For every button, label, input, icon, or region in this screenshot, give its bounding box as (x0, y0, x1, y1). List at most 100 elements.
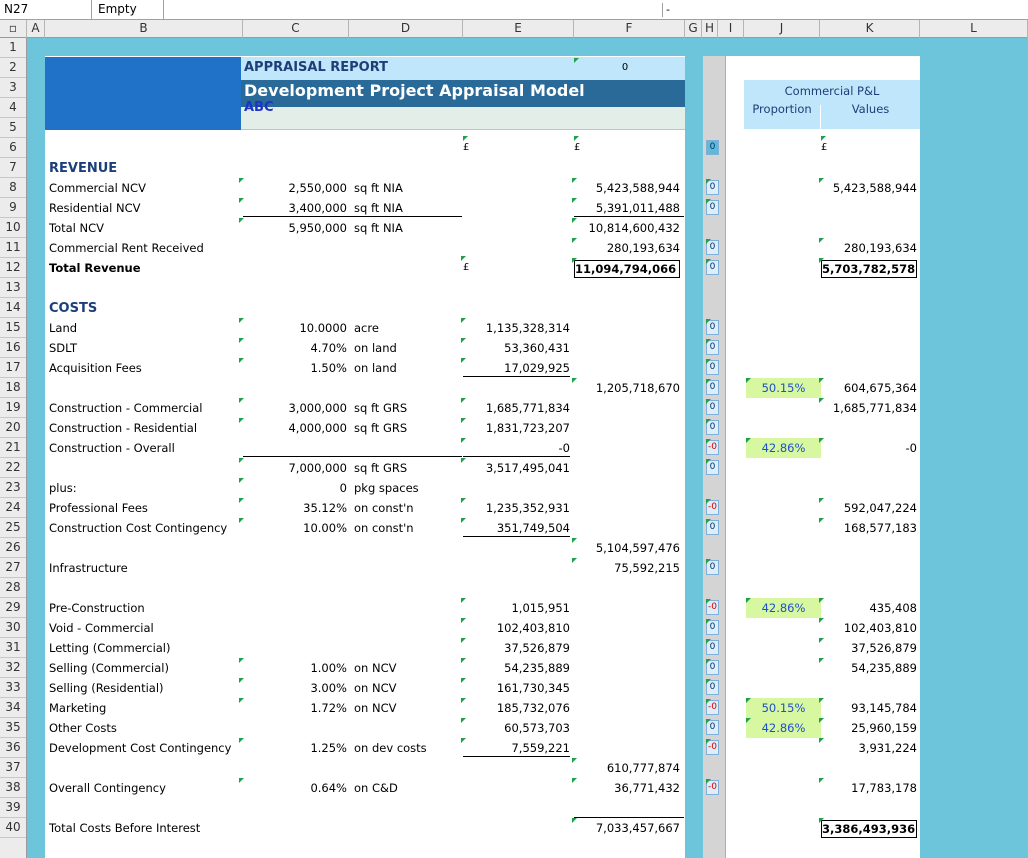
quantity-cell: 35.12% (303, 501, 347, 515)
row-header-22[interactable]: 22 (0, 458, 26, 478)
quantity-cell: 3,400,000 (288, 201, 347, 215)
row-header-15[interactable]: 15 (0, 318, 26, 338)
row-header-37[interactable]: 37 (0, 758, 26, 778)
name-box[interactable]: N27 (0, 0, 92, 20)
row-header-12[interactable]: 12 (0, 258, 26, 278)
value-k: -0 (905, 441, 917, 455)
quantity-cell: 3.00% (310, 681, 347, 695)
cell-note-marker (706, 679, 711, 684)
row-header-1[interactable]: 1 (0, 38, 26, 58)
column-header-g[interactable]: G (685, 20, 702, 38)
row-header-5[interactable]: 5 (0, 118, 26, 138)
column-header-b[interactable]: B (45, 20, 243, 38)
value-f: 11,094,794,066 (574, 260, 680, 278)
cell-note-marker (706, 559, 711, 564)
cell-note-marker (746, 378, 751, 383)
cost-label: Overall Contingency (49, 781, 166, 795)
column-header-d[interactable]: D (349, 20, 463, 38)
cell-note-marker (706, 259, 711, 264)
formula-dash: - (662, 3, 670, 17)
row-header-17[interactable]: 17 (0, 358, 26, 378)
row-header-7[interactable]: 7 (0, 158, 26, 178)
row-header-34[interactable]: 34 (0, 698, 26, 718)
row-header-19[interactable]: 19 (0, 398, 26, 418)
row-header-18[interactable]: 18 (0, 378, 26, 398)
cell-note-marker (706, 439, 711, 444)
row-header-25[interactable]: 25 (0, 518, 26, 538)
revenue-label: Commercial Rent Received (49, 241, 204, 255)
row-header-24[interactable]: 24 (0, 498, 26, 518)
quantity-cell: 5,950,000 (288, 221, 347, 235)
column-header-f[interactable]: F (574, 20, 685, 38)
row-header-16[interactable]: 16 (0, 338, 26, 358)
row-header-23[interactable]: 23 (0, 478, 26, 498)
cost-label: plus: (49, 481, 77, 495)
column-header-k[interactable]: K (820, 20, 920, 38)
cell-note-marker (239, 358, 244, 363)
row-header-2[interactable]: 2 (0, 58, 26, 78)
revenue-label: Total NCV (49, 221, 105, 235)
row-header-8[interactable]: 8 (0, 178, 26, 198)
row-header-13[interactable]: 13 (0, 278, 26, 298)
cell-note-marker (746, 438, 751, 443)
row-header-36[interactable]: 36 (0, 738, 26, 758)
column-header-c[interactable]: C (243, 20, 349, 38)
cell-note-marker (706, 639, 711, 644)
row-header-27[interactable]: 27 (0, 558, 26, 578)
cell-note-marker (819, 738, 824, 743)
row-header-21[interactable]: 21 (0, 438, 26, 458)
value-e: 102,403,810 (496, 621, 570, 635)
row-header-4[interactable]: 4 (0, 98, 26, 118)
row-header-31[interactable]: 31 (0, 638, 26, 658)
currency-f: £ (574, 142, 581, 153)
cell-note-marker (461, 718, 466, 723)
cell-note-marker (461, 658, 466, 663)
select-all-corner[interactable]: ▫ (0, 20, 27, 38)
column-header-h[interactable]: H (702, 20, 718, 38)
row-header-32[interactable]: 32 (0, 658, 26, 678)
column-header-j[interactable]: J (744, 20, 820, 38)
proportion-cell: 42.86% (746, 438, 821, 458)
cell-note-marker (706, 739, 711, 744)
row-header-26[interactable]: 26 (0, 538, 26, 558)
f-underline (574, 216, 684, 217)
row-header-3[interactable]: 3 (0, 78, 26, 98)
row-header-9[interactable]: 9 (0, 198, 26, 218)
cell-note-marker (461, 638, 466, 643)
cell-note-marker (819, 378, 824, 383)
cell-note-marker (706, 459, 711, 464)
row-header-14[interactable]: 14 (0, 298, 26, 318)
cell-note-marker (461, 678, 466, 683)
row-header-39[interactable]: 39 (0, 798, 26, 818)
row-header-30[interactable]: 30 (0, 618, 26, 638)
cell-note-marker (819, 398, 824, 403)
pl-title: Commercial P&L (784, 84, 880, 98)
value-k: 37,526,879 (851, 641, 917, 655)
row-header-6[interactable]: 6 (0, 138, 26, 158)
column-header-e[interactable]: E (463, 20, 574, 38)
row-header-20[interactable]: 20 (0, 418, 26, 438)
row-header-40[interactable]: 40 (0, 818, 26, 838)
column-header-l[interactable]: L (920, 20, 1028, 38)
logo-block (45, 57, 241, 130)
value-k: 54,235,889 (851, 661, 917, 675)
row-header-28[interactable]: 28 (0, 578, 26, 598)
cell-note-marker (239, 218, 244, 223)
sheet-grid[interactable]: APPRAISAL REPORT 0 Development Project App… (27, 38, 1028, 858)
report-value: 0 (621, 62, 629, 73)
cell-note-marker (239, 338, 244, 343)
value-e: 17,029,925 (463, 360, 570, 377)
row-header-11[interactable]: 11 (0, 238, 26, 258)
cell-note-marker (239, 658, 244, 663)
row-header-35[interactable]: 35 (0, 718, 26, 738)
value-k: 3,931,224 (858, 741, 917, 755)
column-header-i[interactable]: I (718, 20, 744, 38)
cell-note-marker (706, 379, 711, 384)
row-header-29[interactable]: 29 (0, 598, 26, 618)
row-header-10[interactable]: 10 (0, 218, 26, 238)
row-header-38[interactable]: 38 (0, 778, 26, 798)
unit-cell: on NCV (354, 701, 397, 715)
column-header-a[interactable]: A (27, 20, 45, 38)
formula-input[interactable]: Empty (96, 0, 164, 20)
row-header-33[interactable]: 33 (0, 678, 26, 698)
